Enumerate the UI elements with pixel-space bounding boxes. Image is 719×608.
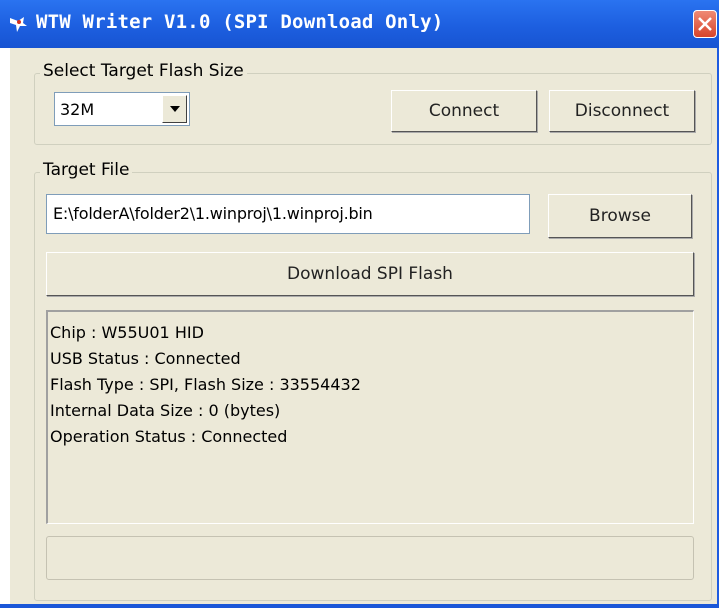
status-line-operation: Operation Status : Connected — [50, 427, 288, 446]
status-log: Chip : W55U01 HID USB Status : Connected… — [46, 310, 694, 524]
disconnect-button[interactable]: Disconnect — [549, 90, 695, 132]
close-button[interactable] — [693, 10, 717, 38]
dropdown-arrow-button[interactable] — [162, 95, 187, 123]
status-line-data-size: Internal Data Size : 0 (bytes) — [50, 401, 281, 420]
title-bar[interactable]: WTW Writer V1.0 (SPI Download Only) — [0, 0, 719, 48]
browse-button[interactable]: Browse — [548, 194, 692, 238]
connect-button[interactable]: Connect — [391, 90, 537, 132]
disconnect-button-label: Disconnect — [574, 101, 670, 121]
browse-button-label: Browse — [589, 206, 651, 226]
status-line-flash-type: Flash Type : SPI, Flash Size : 33554432 — [50, 375, 361, 394]
download-spi-flash-button[interactable]: Download SPI Flash — [46, 252, 694, 296]
chevron-down-icon — [170, 106, 180, 112]
flash-size-selected: 32M — [60, 100, 95, 119]
app-bird-icon — [10, 17, 27, 32]
connect-button-label: Connect — [428, 101, 500, 121]
window-title: WTW Writer V1.0 (SPI Download Only) — [36, 11, 444, 33]
close-icon — [698, 17, 712, 31]
status-line-usb: USB Status : Connected — [50, 349, 241, 368]
target-file-path-input[interactable]: E:\folderA\folder2\1.winproj\1.winproj.b… — [46, 194, 530, 234]
window-frame-bottom — [0, 604, 719, 608]
target-file-path-value: E:\folderA\folder2\1.winproj\1.winproj.b… — [53, 204, 373, 223]
status-line-chip: Chip : W55U01 HID — [50, 323, 204, 342]
progress-bar — [46, 536, 694, 580]
flash-size-group-label: Select Target Flash Size — [40, 61, 247, 81]
download-spi-flash-button-label: Download SPI Flash — [287, 264, 453, 284]
flash-size-dropdown[interactable]: 32M — [54, 92, 190, 126]
target-file-group-label: Target File — [40, 160, 133, 180]
